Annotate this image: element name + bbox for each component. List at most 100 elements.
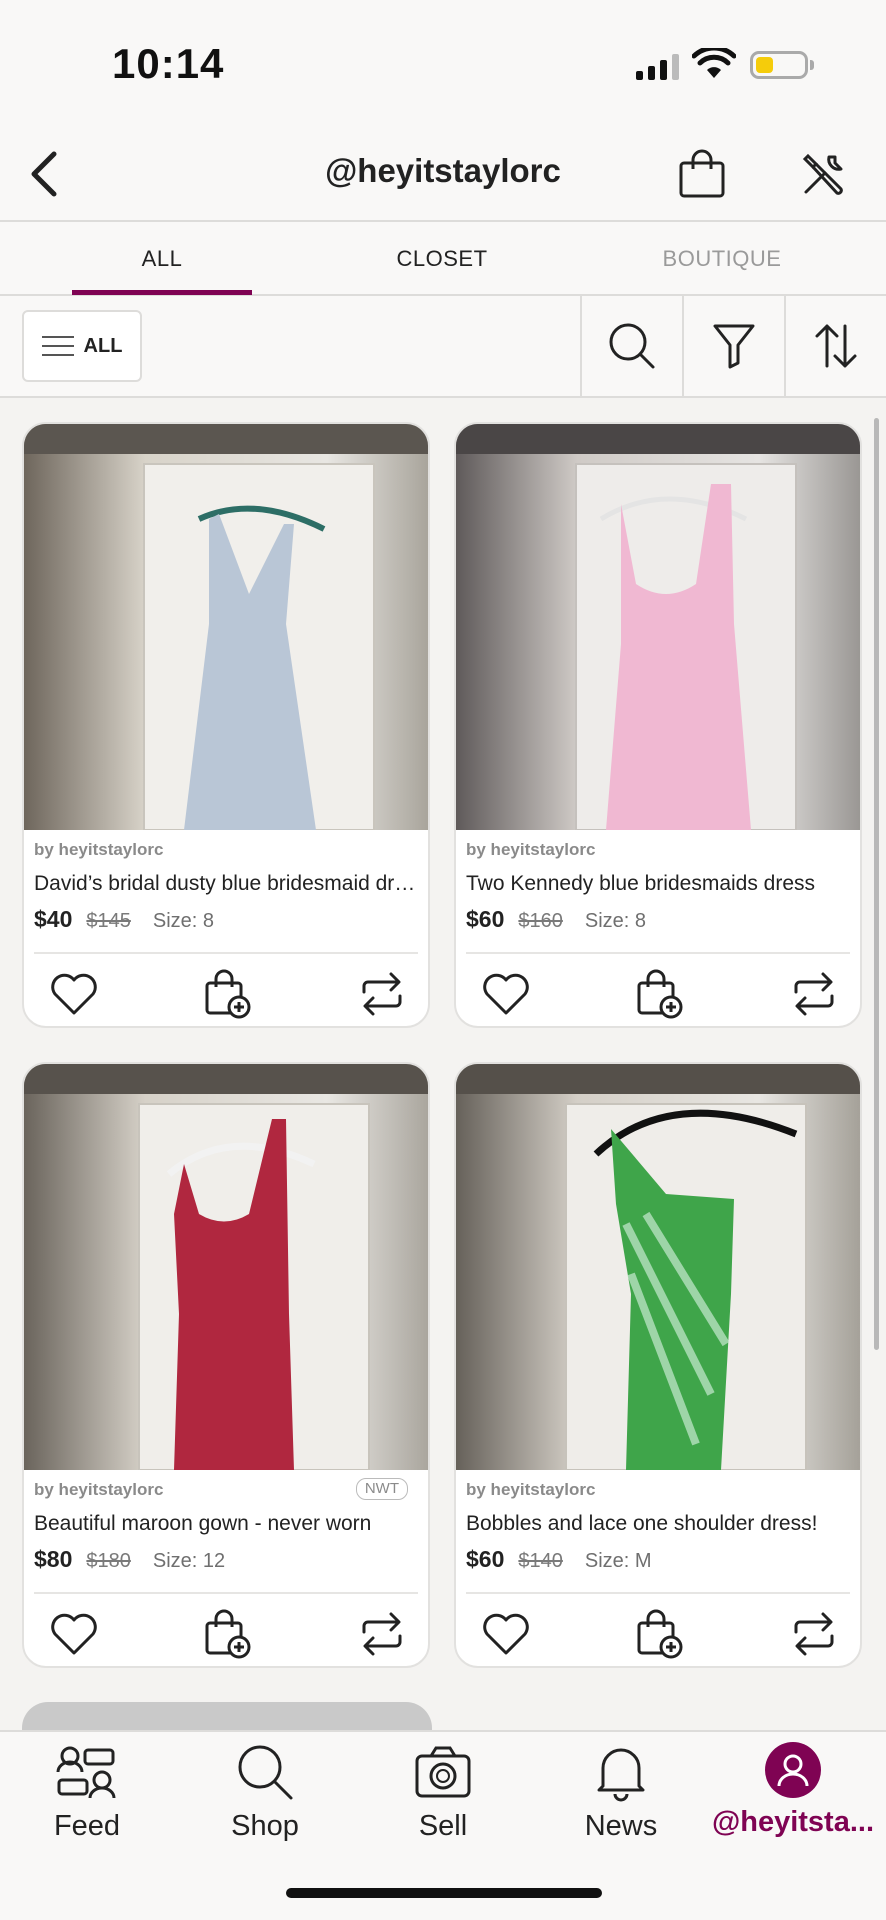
home-indicator bbox=[286, 1888, 602, 1898]
heart-icon bbox=[51, 1613, 97, 1655]
bag-plus-icon bbox=[205, 1609, 251, 1659]
add-to-bundle-button[interactable] bbox=[632, 1606, 688, 1662]
listings-grid: by heyitstaylorc David’s bridal dusty bl… bbox=[0, 398, 886, 1730]
listing-actions bbox=[456, 960, 860, 1026]
divider bbox=[34, 952, 418, 954]
price-row: $60 $160 Size: 8 bbox=[466, 906, 646, 933]
shopping-bag-button[interactable] bbox=[670, 142, 734, 206]
heart-icon bbox=[483, 1613, 529, 1655]
original-price: $160 bbox=[518, 910, 563, 932]
share-repeat-icon bbox=[794, 972, 834, 1016]
listing-card-partial[interactable] bbox=[22, 1702, 432, 1730]
profile-icon bbox=[777, 1754, 809, 1787]
listing-photo[interactable] bbox=[456, 424, 860, 830]
nav-sell-label: Sell bbox=[418, 1810, 468, 1842]
status-time: 10:14 bbox=[112, 40, 225, 87]
listing-photo[interactable] bbox=[24, 1064, 428, 1470]
battery-tip bbox=[810, 60, 814, 70]
bell-icon bbox=[597, 1748, 645, 1802]
sort-arrows-icon bbox=[815, 324, 857, 368]
nav-sell[interactable]: Sell bbox=[358, 1742, 528, 1862]
shopping-bag-icon bbox=[679, 149, 725, 198]
like-button[interactable] bbox=[478, 1606, 534, 1662]
bag-plus-icon bbox=[637, 1609, 683, 1659]
wifi-icon bbox=[692, 48, 736, 78]
listing-title[interactable]: Two Kennedy blue bridesmaids dress bbox=[466, 872, 856, 896]
closet-tools-button[interactable] bbox=[792, 142, 856, 206]
nav-feed[interactable]: Feed bbox=[2, 1742, 172, 1862]
original-price: $145 bbox=[86, 910, 131, 932]
search-icon bbox=[238, 1745, 293, 1800]
listing-card[interactable]: by heyitstaylorc NWT Beautiful maroon go… bbox=[22, 1062, 430, 1668]
listing-price: $60 bbox=[466, 906, 505, 932]
tab-boutique[interactable]: BOUTIQUE bbox=[582, 222, 862, 296]
cellular-signal-icon bbox=[636, 54, 679, 80]
nav-profile[interactable]: @heyitsta... bbox=[708, 1742, 878, 1862]
share-repeat-icon bbox=[362, 1612, 402, 1656]
listing-actions bbox=[456, 1600, 860, 1666]
seller-label: by heyitstaylorc bbox=[466, 1480, 596, 1499]
filter-button[interactable] bbox=[682, 296, 784, 396]
nav-profile-label: @heyitsta... bbox=[711, 1806, 875, 1838]
original-price: $180 bbox=[86, 1550, 131, 1572]
original-price: $140 bbox=[518, 1550, 563, 1572]
feed-icon bbox=[56, 1746, 116, 1799]
nav-news-label: News bbox=[584, 1810, 658, 1842]
tab-all[interactable]: ALL bbox=[22, 222, 302, 296]
seller-label: by heyitstaylorc bbox=[466, 840, 596, 859]
listing-size: Size: M bbox=[584, 1550, 652, 1572]
like-button[interactable] bbox=[46, 1606, 102, 1662]
listing-price: $80 bbox=[34, 1546, 73, 1572]
listing-actions bbox=[24, 1600, 428, 1666]
closet-tabs: ALL CLOSET BOUTIQUE bbox=[0, 220, 886, 296]
nav-shop[interactable]: Shop bbox=[180, 1742, 350, 1862]
nav-shop-label: Shop bbox=[231, 1810, 299, 1842]
filter-funnel-icon bbox=[713, 324, 755, 369]
page-title: @heyitstaylorc bbox=[325, 152, 561, 189]
add-to-bundle-button[interactable] bbox=[200, 966, 256, 1022]
listing-card[interactable]: by heyitstaylorc David’s bridal dusty bl… bbox=[22, 422, 430, 1028]
listing-title[interactable]: Beautiful maroon gown - never worn bbox=[34, 1512, 424, 1536]
listing-size: Size: 8 bbox=[152, 910, 215, 932]
status-bar: 10:14 bbox=[0, 0, 886, 130]
battery-icon bbox=[750, 51, 808, 79]
bag-plus-icon bbox=[637, 969, 683, 1019]
heart-icon bbox=[483, 973, 529, 1015]
share-button[interactable] bbox=[786, 966, 842, 1022]
listing-card[interactable]: by heyitstaylorc Two Kennedy blue brides… bbox=[454, 422, 862, 1028]
sort-button[interactable] bbox=[784, 296, 886, 396]
share-button[interactable] bbox=[354, 966, 410, 1022]
listing-photo[interactable] bbox=[24, 424, 428, 830]
listing-price: $60 bbox=[466, 1546, 505, 1572]
listing-size: Size: 12 bbox=[152, 1550, 226, 1572]
divider bbox=[34, 1592, 418, 1594]
tools-icon bbox=[802, 153, 843, 195]
bag-plus-icon bbox=[205, 969, 251, 1019]
listing-title[interactable]: Bobbles and lace one shoulder dress! bbox=[466, 1512, 856, 1536]
filter-bar: ALL bbox=[0, 296, 886, 398]
divider bbox=[466, 1592, 850, 1594]
camera-icon bbox=[415, 1746, 471, 1798]
nav-news[interactable]: News bbox=[536, 1742, 706, 1862]
listing-size: Size: 8 bbox=[584, 910, 647, 932]
like-button[interactable] bbox=[478, 966, 534, 1022]
listing-card[interactable]: by heyitstaylorc Bobbles and lace one sh… bbox=[454, 1062, 862, 1668]
seller-label: by heyitstaylorc bbox=[34, 1480, 164, 1499]
listing-photo[interactable] bbox=[456, 1064, 860, 1470]
add-to-bundle-button[interactable] bbox=[200, 1606, 256, 1662]
category-filter-button[interactable]: ALL bbox=[22, 310, 142, 382]
add-to-bundle-button[interactable] bbox=[632, 966, 688, 1022]
price-row: $40 $145 Size: 8 bbox=[34, 906, 214, 933]
listing-title[interactable]: David’s bridal dusty blue bridesmaid dre… bbox=[34, 872, 424, 896]
nwt-badge: NWT bbox=[355, 1478, 408, 1500]
listing-actions bbox=[24, 960, 428, 1026]
listing-price: $40 bbox=[34, 906, 73, 932]
share-button[interactable] bbox=[354, 1606, 410, 1662]
like-button[interactable] bbox=[46, 966, 102, 1022]
tab-closet[interactable]: CLOSET bbox=[302, 222, 582, 296]
search-button[interactable] bbox=[580, 296, 682, 396]
price-row: $80 $180 Size: 12 bbox=[34, 1546, 225, 1573]
scrollbar[interactable] bbox=[874, 418, 879, 1350]
share-button[interactable] bbox=[786, 1606, 842, 1662]
active-tab-indicator bbox=[72, 290, 252, 295]
